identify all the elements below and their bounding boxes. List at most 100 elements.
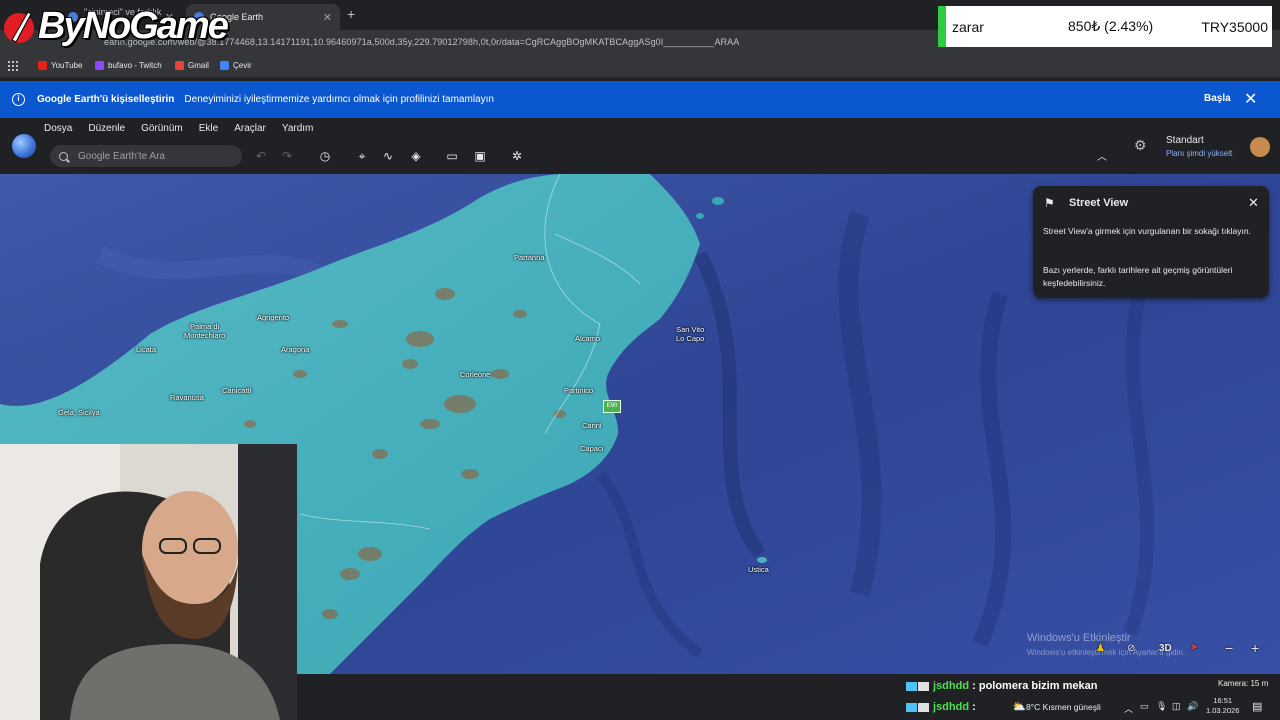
notification-icon[interactable]: ▤	[1252, 700, 1262, 713]
stock-ticker-overlay: zarar 850₺ (2.43%) TRY35000	[938, 6, 1272, 47]
bookmark-gmail[interactable]: Gmail	[175, 61, 209, 70]
place-label[interactable]: Ravanusa	[170, 393, 204, 402]
google-earth-logo-icon[interactable]	[12, 134, 36, 158]
new-tab-button[interactable]: +	[347, 6, 355, 22]
menu-help[interactable]: Yardım	[282, 123, 314, 134]
place-label[interactable]: Corleone	[460, 370, 490, 379]
place-label[interactable]: Agrigento	[257, 313, 289, 322]
menu-edit[interactable]: Düzenle	[88, 123, 125, 134]
place-label[interactable]: Canicattì	[222, 386, 252, 395]
clock-time: 16:51	[1213, 696, 1233, 705]
undo-icon[interactable]: ↶	[254, 149, 268, 163]
banner-close-icon[interactable]: ✕	[1244, 89, 1257, 109]
plan-upgrade-link[interactable]: Planı şimdi yükselt	[1166, 149, 1232, 158]
measure-icon[interactable]: ▭	[445, 149, 459, 163]
3d-toggle-button[interactable]: 3D	[1159, 643, 1172, 654]
place-label[interactable]: Gela, Sicilya	[58, 408, 100, 417]
logo-text: ByNoGame	[38, 4, 229, 47]
place-label[interactable]: Carini	[582, 421, 602, 430]
banner-title: Google Earth'ü kişiselleştirin	[37, 94, 175, 105]
bookmark-label: Çevir	[233, 61, 252, 70]
layers-icon[interactable]: ◈	[409, 149, 423, 163]
place-label[interactable]: Partanna	[514, 253, 544, 262]
plan-info[interactable]: Standart Planı şimdi yükselt	[1166, 135, 1232, 158]
voyager-icon[interactable]: ✲	[510, 149, 524, 163]
personalize-banner: i Google Earth'ü kişiselleştirin Deneyim…	[0, 81, 1280, 118]
tray-wifi-icon[interactable]: ◫	[1172, 701, 1181, 712]
tray-volume-icon[interactable]: 🔊	[1187, 701, 1198, 712]
stock-accent-bar	[938, 6, 946, 47]
pegman-icon[interactable]: ♟	[1096, 643, 1105, 654]
stock-label: zarar	[952, 18, 984, 35]
street-view-line1: Street View'a girmek için vurgulanan bir…	[1043, 226, 1251, 236]
place-label[interactable]: Palma di Montechiaro	[184, 322, 225, 340]
place-label[interactable]: Partinico	[564, 386, 593, 395]
bookmarks-bar: YouTube bufavo - Twitch Gmail Çevir	[0, 56, 1280, 78]
bookmark-translate[interactable]: Çevir	[220, 61, 252, 70]
place-label[interactable]: Aragona	[281, 345, 309, 354]
screenshot-icon[interactable]: ▣	[473, 149, 487, 163]
tab-close-icon[interactable]: ✕	[323, 11, 332, 24]
bookmark-twitch[interactable]: bufavo - Twitch	[95, 61, 162, 70]
taskbar-clock[interactable]: 16:51 1.03.2026	[1206, 696, 1239, 716]
zoom-in-button[interactable]: +	[1251, 640, 1259, 656]
stock-price: TRY35000	[1201, 18, 1268, 35]
placemark-icon[interactable]: ⌖	[355, 149, 369, 163]
menu-add[interactable]: Ekle	[199, 123, 218, 134]
location-off-icon[interactable]: ⊘	[1127, 643, 1135, 654]
collapse-toolbar-icon[interactable]: ︿	[1097, 148, 1107, 163]
gmail-icon	[175, 61, 184, 70]
zoom-out-button[interactable]: −	[1225, 640, 1233, 656]
street-view-icon: ⚑	[1044, 196, 1055, 210]
logo-mark-icon	[4, 11, 34, 43]
bynogame-logo: ByNoGame	[2, 4, 229, 48]
translate-icon	[220, 61, 229, 70]
chat-badges-icon	[906, 681, 929, 691]
path-icon[interactable]: ∿	[381, 149, 395, 163]
street-view-card: ⚑ Street View ✕ Street View'a girmek içi…	[1033, 186, 1269, 298]
place-label[interactable]: Licata	[136, 345, 156, 354]
earth-app-header: Dosya Düzenle Görünüm Ekle Araçlar Yardı…	[0, 118, 1280, 174]
webcam-overlay	[0, 444, 297, 720]
stock-change: 850₺ (2.43%)	[1068, 18, 1154, 34]
chat-separator: :	[969, 701, 976, 713]
history-icon[interactable]: ◷	[318, 149, 332, 163]
search-placeholder: Google Earth'te Ara	[78, 150, 165, 162]
apps-grid-icon[interactable]	[8, 61, 18, 71]
bookmark-label: YouTube	[51, 61, 83, 70]
place-label[interactable]: Alcamo	[575, 334, 600, 343]
settings-gear-icon[interactable]: ⚙	[1134, 137, 1147, 154]
place-label[interactable]: Ustica	[748, 565, 769, 574]
clock-date: 1.03.2026	[1206, 706, 1240, 715]
chat-username: jsdhdd	[933, 680, 970, 692]
menu-bar: Dosya Düzenle Görünüm Ekle Araçlar Yardı…	[44, 123, 313, 134]
search-input[interactable]: Google Earth'te Ara	[50, 145, 242, 167]
tray-chevron-icon[interactable]: ︿	[1124, 702, 1133, 715]
streamer-webcam-image	[0, 444, 297, 720]
street-view-close-icon[interactable]: ✕	[1248, 195, 1259, 211]
weather-text[interactable]: 8°C Kısmen güneşli	[1026, 702, 1101, 712]
street-view-line2: Bazı yerlerde, farklı tarihlere ait geçm…	[1043, 265, 1233, 288]
banner-start-button[interactable]: Başla	[1204, 93, 1231, 104]
camera-altitude: Kamera: 15 m	[1218, 679, 1269, 688]
chat-message: jsdhdd :	[906, 701, 976, 713]
place-label[interactable]: San Vito Lo Capo	[676, 325, 704, 343]
bookmark-youtube[interactable]: YouTube	[38, 61, 82, 70]
windows-activation-title: Windows'u Etkinleştir	[1027, 632, 1131, 644]
compass-icon[interactable]: ➤	[1190, 642, 1198, 653]
street-view-title: Street View	[1069, 197, 1129, 209]
avatar[interactable]	[1250, 137, 1270, 157]
weather-icon: ⛅	[1012, 701, 1026, 713]
plan-name: Standart	[1166, 135, 1204, 146]
menu-view[interactable]: Görünüm	[141, 123, 183, 134]
redo-icon[interactable]: ↷	[280, 149, 294, 163]
bookmark-label: bufavo - Twitch	[108, 61, 162, 70]
menu-tools[interactable]: Araçlar	[234, 123, 266, 134]
twitch-icon	[95, 61, 104, 70]
tray-network-icon[interactable]: ▭	[1140, 701, 1149, 712]
menu-file[interactable]: Dosya	[44, 123, 72, 134]
place-label[interactable]: Capaci	[580, 444, 603, 453]
chat-badges-icon	[906, 702, 929, 712]
banner-text: Deneyiminizi iyileştirmemize yardımcı ol…	[184, 94, 494, 105]
tray-mic-icon[interactable]: 🎙	[1156, 701, 1167, 712]
